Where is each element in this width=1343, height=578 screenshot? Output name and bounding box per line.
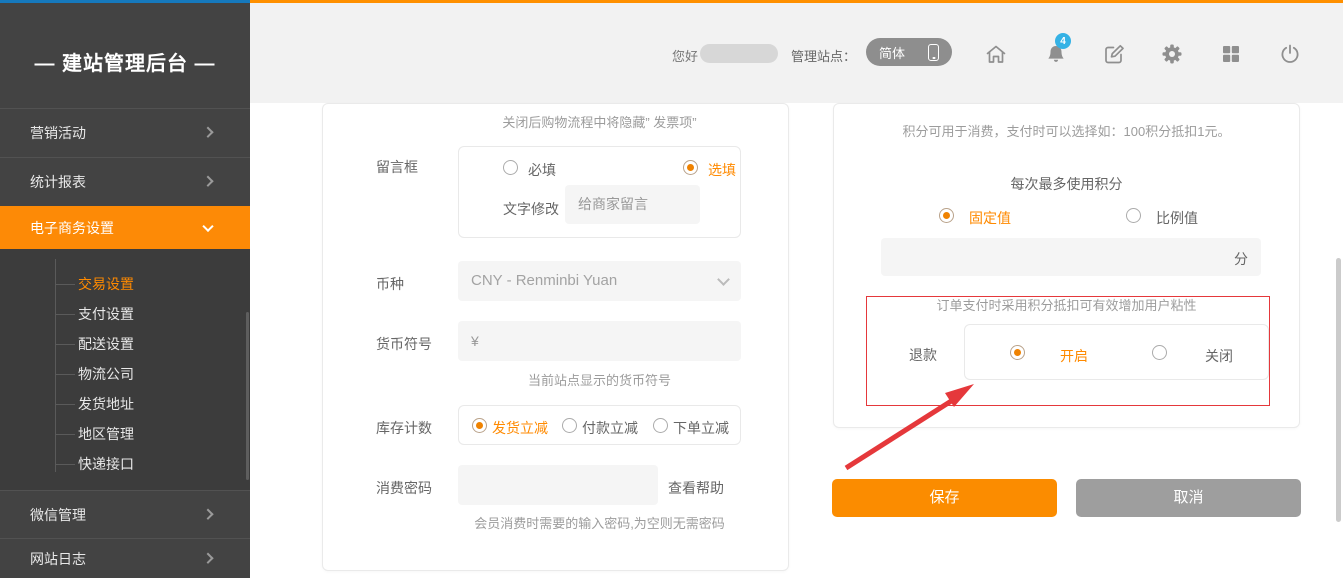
points-settings-card: 积分可用于消费，支付时可以选择如：100积分抵扣1元。 每次最多使用积分 固定值… (833, 103, 1300, 428)
refund-group: 开启 关闭 (964, 324, 1269, 380)
cancel-button[interactable]: 取消 (1076, 479, 1301, 517)
sidebar-item-marketing[interactable]: 营销活动 (0, 108, 250, 157)
message-box-label: 留言框 (376, 157, 418, 177)
username-redacted (700, 44, 778, 63)
save-button[interactable]: 保存 (832, 479, 1057, 517)
chevron-down-icon (202, 221, 213, 232)
radio-pay-deduct[interactable] (562, 418, 577, 433)
max-points-label: 每次最多使用积分 (834, 174, 1299, 194)
chevron-right-icon (202, 176, 213, 187)
sidebar-item-statistics[interactable]: 统计报表 (0, 157, 250, 206)
mobile-icon (928, 44, 939, 61)
submenu-item-trade-settings[interactable]: 交易设置 (0, 269, 250, 299)
currency-select[interactable]: CNY - Renminbi Yuan (458, 261, 741, 301)
stock-count-label: 库存计数 (376, 418, 432, 438)
submenu-item-payment-settings[interactable]: 支付设置 (0, 299, 250, 329)
site-language-button[interactable]: 简体 (866, 38, 952, 66)
submenu-item-logistics-company[interactable]: 物流公司 (0, 359, 250, 389)
admin-page: — 建站管理后台 — 营销活动 统计报表 电子商务设置 交易设置 支付设置 配送… (0, 0, 1343, 578)
edit-icon[interactable] (1102, 42, 1126, 66)
settings-gear-icon[interactable] (1160, 42, 1184, 66)
radio-refund-off[interactable] (1152, 345, 1167, 360)
submenu-item-express-api[interactable]: 快递接口 (0, 449, 250, 479)
currency-label: 币种 (376, 274, 404, 294)
radio-ratio-value-label[interactable]: 比例值 (1156, 208, 1198, 228)
stock-count-group: 发货立减 付款立减 下单立减 (458, 405, 741, 445)
submenu-item-delivery-settings[interactable]: 配送设置 (0, 329, 250, 359)
manage-site-label: 管理站点： (791, 46, 856, 65)
message-box-group: 必填 选填 文字修改 给商家留言 (458, 146, 741, 238)
radio-optional-label[interactable]: 选填 (708, 160, 736, 180)
radio-order-deduct[interactable] (653, 418, 668, 433)
invoice-hint: 关闭后购物流程中将隐藏” 发票项” (458, 112, 741, 131)
consume-password-input[interactable] (458, 465, 658, 505)
page-scrollbar[interactable] (1336, 258, 1341, 522)
radio-ship-deduct[interactable] (472, 418, 487, 433)
sidebar-scrollbar[interactable] (246, 312, 249, 480)
radio-ratio-value[interactable] (1126, 208, 1141, 223)
ecommerce-submenu: 交易设置 支付设置 配送设置 物流公司 发货地址 地区管理 快递接口 (0, 249, 250, 490)
chevron-right-icon (202, 552, 213, 563)
submenu-item-shipping-address[interactable]: 发货地址 (0, 389, 250, 419)
max-points-input[interactable] (881, 238, 1261, 276)
radio-optional[interactable] (683, 160, 698, 175)
power-logout-icon[interactable] (1278, 42, 1302, 66)
radio-required[interactable] (503, 160, 518, 175)
submenu-item-region-management[interactable]: 地区管理 (0, 419, 250, 449)
radio-order-deduct-label[interactable]: 下单立减 (673, 418, 729, 438)
sidebar-item-site-logs[interactable]: 网站日志 (0, 538, 250, 578)
sticky-hint: 订单支付时采用积分抵扣可有效增加用户粘性 (834, 295, 1299, 314)
trade-settings-card: 关闭后购物流程中将隐藏” 发票项” 留言框 必填 选填 文字修改 给商家留言 币… (322, 103, 789, 571)
refund-label: 退款 (909, 345, 937, 365)
currency-symbol-label: 货币符号 (376, 334, 432, 354)
consume-password-hint: 会员消费时需要的输入密码,为空则无需密码 (418, 513, 781, 532)
currency-symbol-hint: 当前站点显示的货币符号 (458, 370, 741, 389)
message-text-input[interactable]: 给商家留言 (565, 185, 700, 224)
radio-refund-on-label[interactable]: 开启 (1060, 346, 1088, 366)
radio-fixed-value-label[interactable]: 固定值 (969, 208, 1011, 228)
chevron-right-icon (202, 508, 213, 519)
greeting-text: 您好 (672, 46, 698, 65)
sidebar-item-ecommerce-settings[interactable]: 电子商务设置 (0, 206, 250, 249)
radio-pay-deduct-label[interactable]: 付款立减 (582, 418, 638, 438)
radio-refund-on[interactable] (1010, 345, 1025, 360)
app-logo: — 建站管理后台 — (0, 47, 250, 76)
notification-count-badge: 4 (1055, 33, 1071, 49)
home-icon[interactable] (984, 42, 1008, 66)
radio-required-label[interactable]: 必填 (528, 160, 556, 180)
points-hint: 积分可用于消费，支付时可以选择如：100积分抵扣1元。 (834, 121, 1299, 140)
currency-symbol-input[interactable]: ¥ (458, 321, 741, 361)
radio-refund-off-label[interactable]: 关闭 (1205, 346, 1233, 366)
view-help-link[interactable]: 查看帮助 (668, 478, 724, 498)
consume-password-label: 消费密码 (376, 478, 432, 498)
chevron-right-icon (202, 127, 213, 138)
points-unit-suffix: 分 (1234, 249, 1248, 269)
sidebar-item-wechat[interactable]: 微信管理 (0, 490, 250, 538)
apps-grid-icon[interactable] (1219, 42, 1243, 66)
radio-fixed-value[interactable] (939, 208, 954, 223)
sidebar: — 建站管理后台 — 营销活动 统计报表 电子商务设置 交易设置 支付设置 配送… (0, 3, 250, 578)
text-edit-label: 文字修改 (503, 199, 559, 219)
radio-ship-deduct-label[interactable]: 发货立减 (492, 418, 548, 438)
